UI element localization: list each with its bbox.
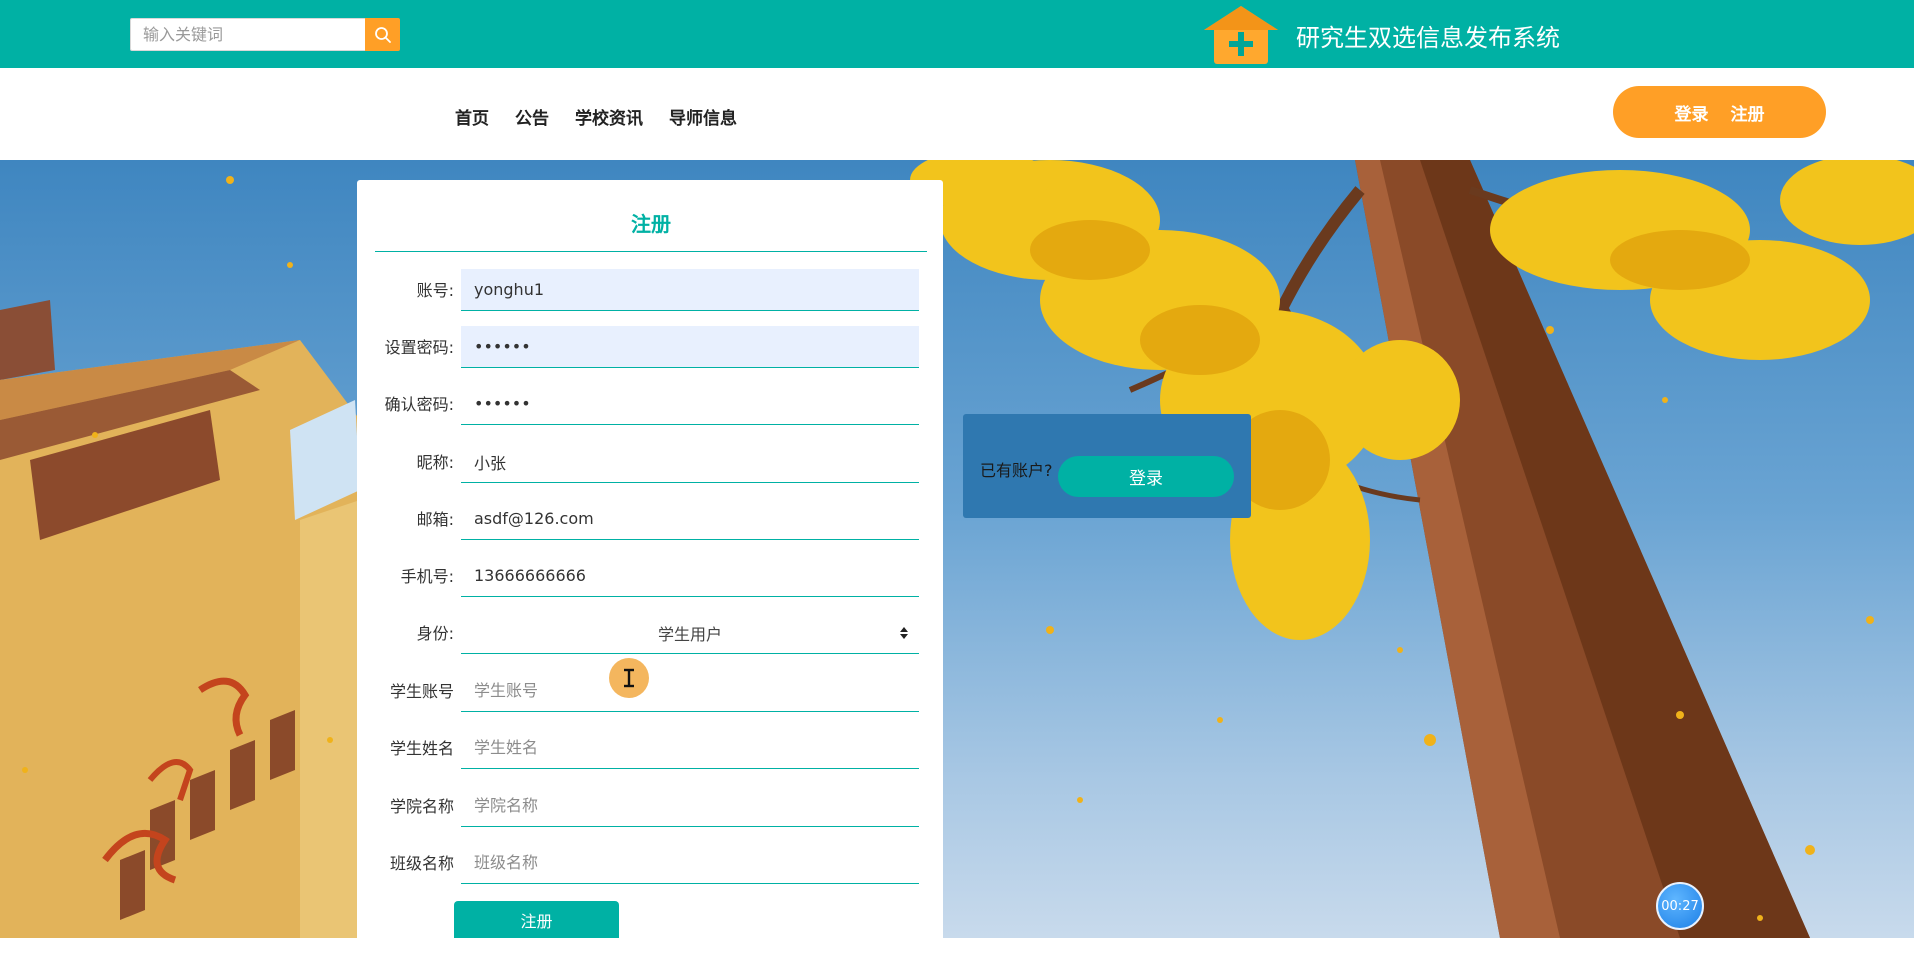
select-arrows-icon	[900, 627, 908, 639]
form-row-email: 邮箱:	[357, 498, 943, 544]
form-row-account: 账号:	[357, 269, 943, 315]
search-bar	[130, 18, 400, 51]
login-prompt-card: 已有账户? 登录	[963, 414, 1251, 518]
class-name-label: 班级名称	[389, 854, 454, 873]
site-title: 研究生双选信息发布系统	[1296, 23, 1560, 52]
password-label: 设置密码:	[384, 338, 454, 357]
search-button[interactable]	[365, 18, 400, 51]
email-label: 邮箱:	[416, 510, 454, 529]
account-label: 账号:	[416, 281, 454, 300]
confirm-password-input[interactable]	[461, 383, 919, 425]
nav-item-school-news[interactable]: 学校资讯	[575, 104, 643, 129]
identity-label: 身份:	[416, 624, 454, 643]
form-row-password: 设置密码:	[357, 326, 943, 372]
text-cursor-icon	[624, 668, 634, 688]
search-icon	[374, 26, 391, 43]
house-plus-logo	[1204, 6, 1278, 64]
form-row-nickname: 昵称:	[357, 441, 943, 487]
form-row-college-name: 学院名称	[357, 785, 943, 831]
register-title: 注册	[631, 212, 671, 236]
have-account-hint: 已有账户?	[980, 461, 1053, 480]
email-input[interactable]	[461, 498, 919, 540]
confirm-password-label: 确认密码:	[384, 395, 454, 414]
form-row-student-account: 学生账号	[357, 670, 943, 716]
register-submit-button[interactable]: 注册	[454, 901, 619, 938]
register-card: 注册 账号: 设置密码: 确认密码: 昵称: 邮箱: 手机号: 身份: 学生用户	[357, 180, 943, 960]
class-name-input[interactable]	[461, 842, 919, 884]
nav-item-tutor-info[interactable]: 导师信息	[669, 104, 737, 129]
main-nav: 首页 公告 学校资讯 导师信息	[455, 104, 737, 129]
nav-login-link[interactable]: 登录	[1675, 100, 1709, 125]
phone-input[interactable]	[461, 555, 919, 597]
identity-select[interactable]: 学生用户	[461, 612, 919, 654]
nav-register-link[interactable]: 注册	[1731, 100, 1765, 125]
student-name-label: 学生姓名	[389, 739, 454, 758]
timer-badge: 00:27	[1656, 882, 1704, 930]
brand: 研究生双选信息发布系统	[1202, 4, 1560, 66]
search-input[interactable]	[130, 18, 365, 51]
mouse-cursor-indicator	[609, 658, 649, 698]
form-row-confirm-password: 确认密码:	[357, 383, 943, 429]
student-account-input[interactable]	[461, 670, 919, 712]
nickname-input[interactable]	[461, 441, 919, 483]
form-row-class-name: 班级名称	[357, 842, 943, 888]
top-header-bar: 研究生双选信息发布系统	[0, 0, 1914, 68]
form-row-identity: 身份: 学生用户	[357, 612, 943, 658]
student-name-input[interactable]	[461, 727, 919, 769]
college-name-label: 学院名称	[389, 797, 454, 816]
nickname-label: 昵称:	[416, 453, 454, 472]
auth-pill: 登录 注册	[1613, 86, 1826, 138]
identity-selected-value: 学生用户	[657, 624, 722, 644]
title-divider	[375, 251, 927, 252]
phone-label: 手机号:	[400, 567, 454, 586]
nav-item-announcements[interactable]: 公告	[515, 104, 549, 129]
college-name-input[interactable]	[461, 785, 919, 827]
nav-item-home[interactable]: 首页	[455, 104, 489, 129]
password-input[interactable]	[461, 326, 919, 368]
account-input[interactable]	[461, 269, 919, 311]
nav-bar: 首页 公告 学校资讯 导师信息 登录 注册	[0, 68, 1914, 160]
background-illustration	[0, 160, 1914, 938]
form-row-phone: 手机号:	[357, 555, 943, 601]
login-button[interactable]: 登录	[1058, 456, 1234, 497]
hero-background-image	[0, 160, 1914, 938]
form-row-student-name: 学生姓名	[357, 727, 943, 773]
student-account-label: 学生账号	[389, 682, 454, 701]
